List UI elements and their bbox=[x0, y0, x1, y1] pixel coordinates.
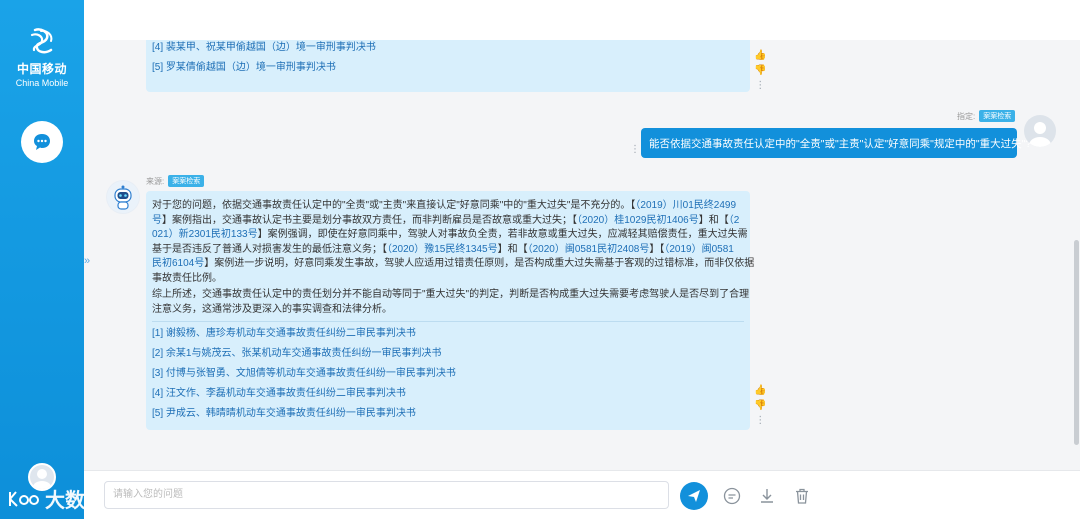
answer-line: 号】案例指出，交通事故认定书主要是划分事故双方责任，而非判断雇员是否故意或重大过… bbox=[152, 214, 744, 229]
user-message: 能否依据交通事故责任认定中的"全责"或"主责"认定"好意同乘"规定中的"重大过失… bbox=[641, 128, 1031, 158]
case-link[interactable]: （2020）豫15民终1345号 bbox=[387, 244, 498, 255]
answer-text: 】案例强调，即使在好意同乘中，驾驶人对事故负全责，若非故意或重大过失，应减轻其赔… bbox=[257, 229, 748, 240]
reference-item[interactable]: [3] 付博与张智勇、文旭倩等机动车交通事故责任纠纷一审民事判决书 bbox=[152, 364, 744, 384]
brand-name-cn: 中国移动 bbox=[16, 62, 67, 76]
reference-item[interactable]: [1] 谢毅杨、唐珍寿机动车交通事故责任纠纷二审民事判决书 bbox=[152, 324, 744, 344]
user-message-more-icon[interactable]: ⋮ bbox=[630, 144, 640, 155]
thumbs-up-icon[interactable]: 👍 bbox=[754, 50, 766, 61]
more-icon[interactable]: ⋮ bbox=[755, 80, 765, 91]
answer-text: 】案例进一步说明，好意同乘发生事故，驾驶人应适用过错责任原则，是否构成重大过失需… bbox=[204, 258, 755, 269]
answer-text: 对于您的问题，依据交通事故责任认定中的"全责"或"主责"来直接认定"好意同乘"中… bbox=[152, 200, 636, 211]
bot-message-meta: 来源: 案案检索 bbox=[146, 175, 205, 187]
divider bbox=[152, 321, 744, 322]
chat-area[interactable]: » [4] 裴某甲、祝某甲偷越国（边）境一审刑事判决书 [5] 罗某倩偷越国（边… bbox=[84, 40, 1080, 470]
user-message-text: 能否依据交通事故责任认定中的"全责"或"主责"认定"好意同乘"规定中的"重大过失… bbox=[649, 137, 1032, 150]
answer-line: 基于是否违反了普通人对损害发生的最低注意义务；【（2020）豫15民终1345号… bbox=[152, 243, 744, 258]
answer-line: 民初6104号】案例进一步说明，好意同乘发生事故，驾驶人应适用过错责任原则，是否… bbox=[152, 257, 754, 272]
top-bar bbox=[84, 0, 1080, 40]
send-button[interactable] bbox=[680, 482, 708, 510]
prev-message-actions: 👍 👎 ⋮ bbox=[754, 50, 766, 91]
thumbs-down-icon[interactable]: 👎 bbox=[754, 65, 766, 76]
answer-text: 综上所述，交通事故责任认定中的责任划分并不能自动等同于"重大过失"的判定，判断是… bbox=[152, 289, 750, 300]
more-icon[interactable]: ⋮ bbox=[755, 415, 765, 426]
user-avatar-icon bbox=[1029, 122, 1051, 147]
china-mobile-logo-icon bbox=[30, 28, 53, 54]
mode-tag: 案案检索 bbox=[979, 110, 1016, 122]
comment-icon bbox=[723, 487, 741, 505]
case-link[interactable]: 021）新2301民初133号 bbox=[152, 229, 258, 240]
watermark-logo-icon bbox=[9, 490, 39, 507]
answer-line: 021）新2301民初133号】案例强调，即使在好意同乘中，驾驶人对事故负全责，… bbox=[152, 228, 748, 243]
answer-text: 注意义务，这通常涉及更深入的事实调查和法律分析。 bbox=[152, 303, 392, 315]
question-input[interactable]: 请输入您的问题 bbox=[104, 481, 669, 509]
answer-text: 基于是否违反了普通人对损害发生的最低注意义务；【 bbox=[152, 243, 387, 255]
send-icon bbox=[688, 490, 700, 502]
case-link[interactable]: （2 bbox=[729, 215, 740, 226]
main-panel: » [4] 裴某甲、祝某甲偷越国（边）境一审刑事判决书 [5] 罗某倩偷越国（边… bbox=[84, 0, 1080, 519]
robot-icon bbox=[107, 181, 139, 213]
case-link[interactable]: 号 bbox=[152, 215, 162, 226]
sidebar: 中国移动 China Mobile 大数跨境 bbox=[0, 0, 128, 519]
case-link[interactable]: （2019）川01民终2499 bbox=[635, 200, 736, 211]
delete-button[interactable] bbox=[792, 486, 812, 506]
answer-text: 】和【 bbox=[698, 214, 729, 226]
input-bar: 请输入您的问题 bbox=[84, 470, 1080, 519]
answer-text: 事故责任比例。 bbox=[152, 272, 222, 284]
brand-name-en: China Mobile bbox=[15, 78, 69, 88]
expand-sidebar-icon[interactable]: » bbox=[84, 255, 90, 267]
answer-text: 】和【 bbox=[497, 243, 528, 255]
bot-avatar bbox=[106, 180, 140, 214]
download-button[interactable] bbox=[757, 486, 777, 506]
case-link[interactable]: 民初6104号 bbox=[152, 258, 204, 269]
trash-icon bbox=[796, 488, 808, 504]
scrollbar-thumb[interactable] bbox=[1074, 240, 1079, 445]
reference-item[interactable]: [2] 余某1与姚茂云、张某机动车交通事故责任纠纷一审民事判决书 bbox=[152, 344, 744, 364]
answer-line: 事故责任比例。 bbox=[152, 272, 744, 287]
answer-line: 综上所述，交通事故责任认定中的责任划分并不能自动等同于"重大过失"的判定，判断是… bbox=[152, 288, 749, 303]
thumbs-up-icon[interactable]: 👍 bbox=[754, 385, 766, 396]
bot-answer-text: 对于您的问题，依据交通事故责任认定中的"全责"或"主责"来直接认定"好意同乘"中… bbox=[152, 199, 754, 318]
chat-nav-button[interactable] bbox=[21, 121, 63, 163]
answer-line: 对于您的问题，依据交通事故责任认定中的"全责"或"主责"来直接认定"好意同乘"中… bbox=[152, 199, 744, 214]
brand-logo: 中国移动 China Mobile bbox=[0, 26, 84, 88]
download-icon bbox=[761, 489, 773, 503]
source-tag: 案案检索 bbox=[168, 175, 205, 187]
source-label: 来源: bbox=[146, 176, 165, 186]
prev-reference-item[interactable]: [5] 罗某倩偷越国（边）境一审刑事判决书 bbox=[152, 58, 744, 78]
assign-label: 指定: bbox=[957, 111, 976, 121]
watermark-text: 大数 bbox=[45, 490, 85, 512]
answer-text: 】【 bbox=[649, 243, 665, 255]
case-link[interactable]: （2020）闽0581民初2408号 bbox=[528, 244, 650, 255]
reference-item[interactable]: [5] 尹成云、韩晴晴机动车交通事故责任纠纷一审民事判决书 bbox=[152, 404, 744, 424]
user-message-meta: 指定: 案案检索 bbox=[957, 110, 1016, 122]
bot-message: 对于您的问题，依据交通事故责任认定中的"全责"或"主责"来直接认定"好意同乘"中… bbox=[146, 191, 754, 430]
case-link[interactable]: （2020）桂1029民初1406号 bbox=[577, 215, 699, 226]
thumbs-down-icon[interactable]: 👎 bbox=[754, 400, 766, 411]
reference-item[interactable]: [4] 汪文作、李磊机动车交通事故责任纠纷二审民事判决书 bbox=[152, 384, 744, 404]
chat-bubble-icon bbox=[34, 134, 50, 150]
bot-message-actions: 👍 👎 ⋮ bbox=[754, 385, 766, 426]
reference-list: [1] 谢毅杨、唐珍寿机动车交通事故责任纠纷二审民事判决书 [2] 余某1与姚茂… bbox=[152, 324, 744, 424]
prev-bot-message: [4] 裴某甲、祝某甲偷越国（边）境一审刑事判决书 [5] 罗某倩偷越国（边）境… bbox=[146, 40, 750, 92]
feedback-button[interactable] bbox=[722, 486, 742, 506]
prev-reference-item[interactable]: [4] 裴某甲、祝某甲偷越国（边）境一审刑事判决书 bbox=[152, 40, 744, 58]
case-link[interactable]: （2019）闽0581 bbox=[664, 244, 734, 255]
prev-reference-list: [4] 裴某甲、祝某甲偷越国（边）境一审刑事判决书 [5] 罗某倩偷越国（边）境… bbox=[152, 40, 744, 78]
answer-line: 注意义务，这通常涉及更深入的事实调查和法律分析。 bbox=[152, 303, 744, 318]
user-avatar bbox=[1024, 115, 1056, 147]
answer-text: 】案例指出，交通事故认定书主要是划分事故双方责任，而非判断雇员是否故意或重大过失… bbox=[162, 214, 577, 226]
